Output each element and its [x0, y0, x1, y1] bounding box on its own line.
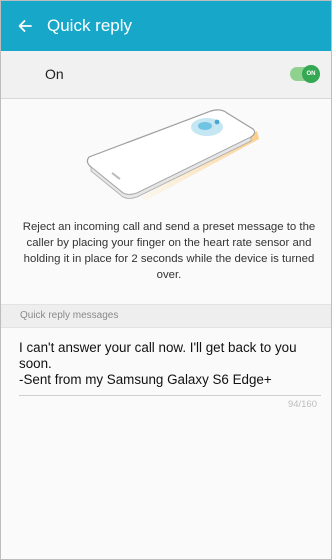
- master-switch-row[interactable]: On ON: [1, 51, 331, 99]
- section-header-label: Quick reply messages: [20, 310, 119, 321]
- switch-label: On: [45, 66, 64, 82]
- back-button[interactable]: [15, 16, 35, 36]
- arrow-left-icon: [18, 20, 32, 32]
- app-bar: Quick reply: [1, 1, 331, 51]
- switch-state-text: ON: [306, 71, 316, 77]
- settings-screen: Quick reply On ON Reject an incoming cal…: [0, 0, 332, 560]
- on-off-switch[interactable]: ON: [290, 65, 320, 83]
- message-field-underline: [19, 395, 321, 396]
- phone-heart-rate-sensor-illustration: [86, 109, 259, 201]
- section-header: Quick reply messages: [1, 304, 331, 328]
- switch-knob: ON: [302, 65, 320, 83]
- page-title: Quick reply: [47, 16, 133, 35]
- feature-description: Reject an incoming call and send a prese…: [22, 221, 316, 281]
- character-counter: 94/160: [287, 399, 317, 410]
- quick-reply-message-field[interactable]: I can't answer your call now. I'll get b…: [19, 340, 319, 388]
